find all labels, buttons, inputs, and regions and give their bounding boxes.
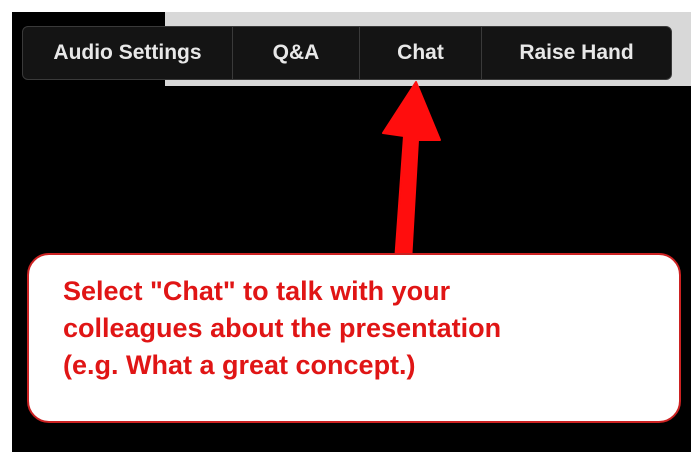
arrow-shape [382, 81, 441, 263]
annotation-callout: Select "Chat" to talk with your colleagu… [27, 253, 681, 423]
annotation-text: Select "Chat" to talk with your colleagu… [63, 276, 502, 380]
